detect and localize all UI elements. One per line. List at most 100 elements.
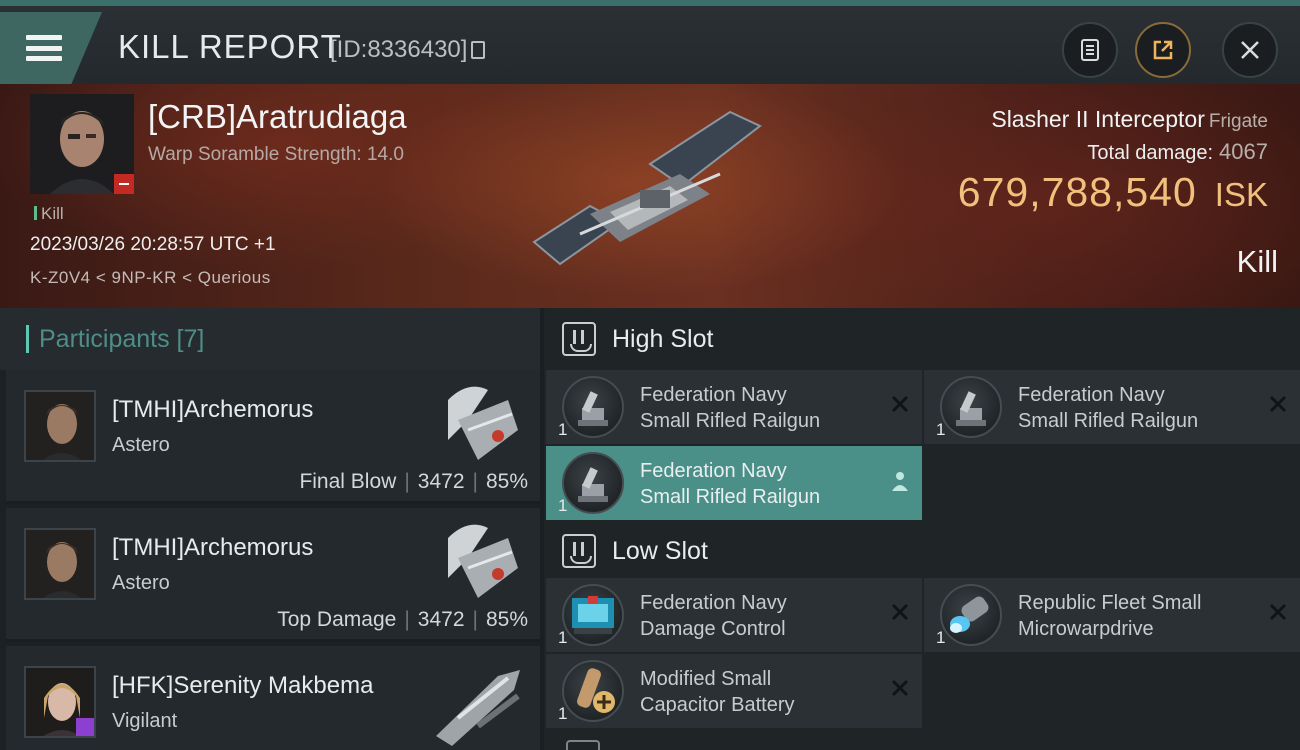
- module-quantity: 1: [558, 420, 568, 439]
- participant-name[interactable]: [TMHI]Archemorus: [112, 534, 313, 562]
- participant-stats: Top Damage | 3472 | 85%: [277, 608, 528, 631]
- module-name: Federation Navy Damage Control: [640, 590, 880, 642]
- damage-control-icon: [562, 584, 624, 646]
- module-name-line1: Federation Navy: [640, 460, 787, 482]
- module-name-line1: Republic Fleet Small: [1018, 592, 1202, 614]
- warp-scramble-strength: Warp Soramble Strength: 14.0: [148, 144, 404, 165]
- module-name: Federation Navy Small Rifled Railgun: [1018, 382, 1258, 434]
- victim-ship-image[interactable]: [520, 94, 780, 284]
- ship-name[interactable]: Slasher II Interceptor: [991, 106, 1205, 132]
- kill-location[interactable]: K-Z0V4 < 9NP-KR < Querious: [30, 268, 271, 288]
- module-name-line1: Federation Navy: [1018, 384, 1165, 406]
- module-name: Federation Navy Small Rifled Railgun: [640, 458, 880, 510]
- destroyed-x-icon: [1269, 603, 1287, 621]
- participant-role: Top Damage: [277, 608, 397, 631]
- participant-role: Final Blow: [299, 470, 397, 493]
- participant-ship-image: [436, 670, 520, 746]
- railgun-icon: [940, 376, 1002, 438]
- ship-class: Frigate: [1208, 111, 1268, 132]
- railgun-icon: [562, 452, 624, 514]
- isk-unit: ISK: [1214, 176, 1268, 213]
- high-slot-header: High Slot: [544, 308, 1300, 370]
- module-name-line2: Small Rifled Railgun: [1018, 410, 1199, 432]
- module-quantity: 1: [558, 496, 568, 515]
- isk-line: 679,788,540 ISK: [958, 169, 1268, 216]
- total-damage-value: 4067: [1219, 139, 1268, 164]
- page-title: KILL REPORT: [118, 28, 342, 65]
- participant-row[interactable]: [HFK]Serenity Makbema Vigilant: [6, 646, 540, 750]
- module-quantity: 1: [558, 704, 568, 723]
- copy-icon[interactable]: [471, 41, 486, 59]
- high-slot-label: High Slot: [612, 324, 714, 353]
- victim-name[interactable]: [CRB]Aratrudiaga: [148, 98, 407, 136]
- microwarpdrive-icon: [940, 584, 1002, 646]
- participants-panel: Participants [7] [TMHI]Archemorus Astero…: [0, 308, 540, 750]
- close-icon: [1241, 41, 1259, 59]
- kill-tag-label: Kill: [41, 204, 64, 223]
- low-slot-icon: [562, 534, 596, 568]
- participant-ship: Astero: [112, 434, 170, 456]
- participant-ship: Astero: [112, 572, 170, 594]
- participant-ship: Vigilant: [112, 710, 178, 732]
- module-item[interactable]: 1 Federation Navy Small Rifled Railgun: [546, 370, 922, 444]
- dropped-person-icon: [892, 472, 908, 491]
- clipboard-icon: [1081, 39, 1099, 61]
- participant-portrait-image: [26, 392, 94, 460]
- standing-badge: [114, 174, 134, 194]
- module-name-line2: Small Rifled Railgun: [640, 486, 821, 508]
- share-icon: [1153, 40, 1173, 60]
- report-result: Kill: [1236, 244, 1278, 279]
- module-item-selected[interactable]: 1 Federation Navy Small Rifled Railgun: [546, 446, 922, 520]
- participant-row[interactable]: [TMHI]Archemorus Astero Top Damage | 3472 |…: [6, 508, 540, 642]
- participant-name[interactable]: [HFK]Serenity Makbema: [112, 672, 373, 700]
- module-name-line2: Small Rifled Railgun: [640, 410, 821, 432]
- module-item[interactable]: 1 Federation Navy Damage Control: [546, 578, 922, 652]
- module-name-line1: Federation Navy: [640, 384, 787, 406]
- next-slot-icon-partial: [566, 740, 600, 750]
- module-name-line2: Capacitor Battery: [640, 694, 795, 716]
- info-badge: [76, 718, 94, 736]
- destroyed-x-icon: [891, 395, 909, 413]
- clipboard-button[interactable]: [1062, 22, 1118, 78]
- participant-percent: 85%: [485, 608, 528, 631]
- participant-damage: 3472: [417, 470, 465, 493]
- total-damage-label: Total damage:: [1087, 142, 1214, 164]
- participants-label: Participants [7]: [39, 324, 205, 353]
- participant-avatar[interactable]: [24, 390, 96, 462]
- victim-banner: [CRB]Aratrudiaga Warp Soramble Strength:…: [0, 84, 1300, 308]
- participant-stats: Final Blow | 3472 | 85%: [299, 470, 528, 493]
- participant-name[interactable]: [TMHI]Archemorus: [112, 396, 313, 424]
- header-bar: KILL REPORT [ID:8336430]: [0, 0, 1300, 84]
- total-damage-line: Total damage: 4067: [958, 139, 1268, 165]
- participant-portrait-image: [26, 530, 94, 598]
- capacitor-battery-icon: [562, 660, 624, 722]
- participant-ship-image: [448, 524, 518, 598]
- destroyed-x-icon: [891, 679, 909, 697]
- module-name: Republic Fleet Small Microwarpdrive: [1018, 590, 1258, 642]
- module-name-line1: Federation Navy: [640, 592, 787, 614]
- participant-avatar[interactable]: [24, 528, 96, 600]
- module-item[interactable]: 1 Federation Navy Small Rifled Railgun: [924, 370, 1300, 444]
- participant-row[interactable]: [TMHI]Archemorus Astero Final Blow | 3472 |…: [6, 370, 540, 504]
- report-id-text: [ID:8336430]: [330, 36, 468, 63]
- ship-info: Slasher II Interceptor Frigate Total dama…: [958, 106, 1268, 216]
- fitting-panel: High Slot 1 Federation Navy Small Rifled …: [544, 308, 1300, 750]
- module-name-line1: Modified Small: [640, 668, 772, 690]
- report-id[interactable]: [ID:8336430]: [330, 36, 486, 64]
- module-item[interactable]: 1 Republic Fleet Small Microwarpdrive: [924, 578, 1300, 652]
- railgun-icon: [562, 376, 624, 438]
- participant-ship-image: [448, 386, 518, 460]
- module-item[interactable]: 1 Modified Small Capacitor Battery: [546, 654, 922, 728]
- participant-damage: 3472: [417, 608, 465, 631]
- participants-header[interactable]: Participants [7]: [0, 308, 540, 370]
- high-slot-icon: [562, 322, 596, 356]
- participant-avatar[interactable]: [24, 666, 96, 738]
- share-button[interactable]: [1135, 22, 1191, 78]
- victim-avatar[interactable]: [30, 94, 134, 194]
- ship-name-line: Slasher II Interceptor Frigate: [958, 106, 1268, 133]
- menu-button[interactable]: [0, 12, 102, 84]
- kill-tag: Kill: [34, 204, 64, 224]
- isk-value: 679,788,540: [957, 169, 1197, 215]
- module-name: Modified Small Capacitor Battery: [640, 666, 880, 718]
- close-button[interactable]: [1222, 22, 1278, 78]
